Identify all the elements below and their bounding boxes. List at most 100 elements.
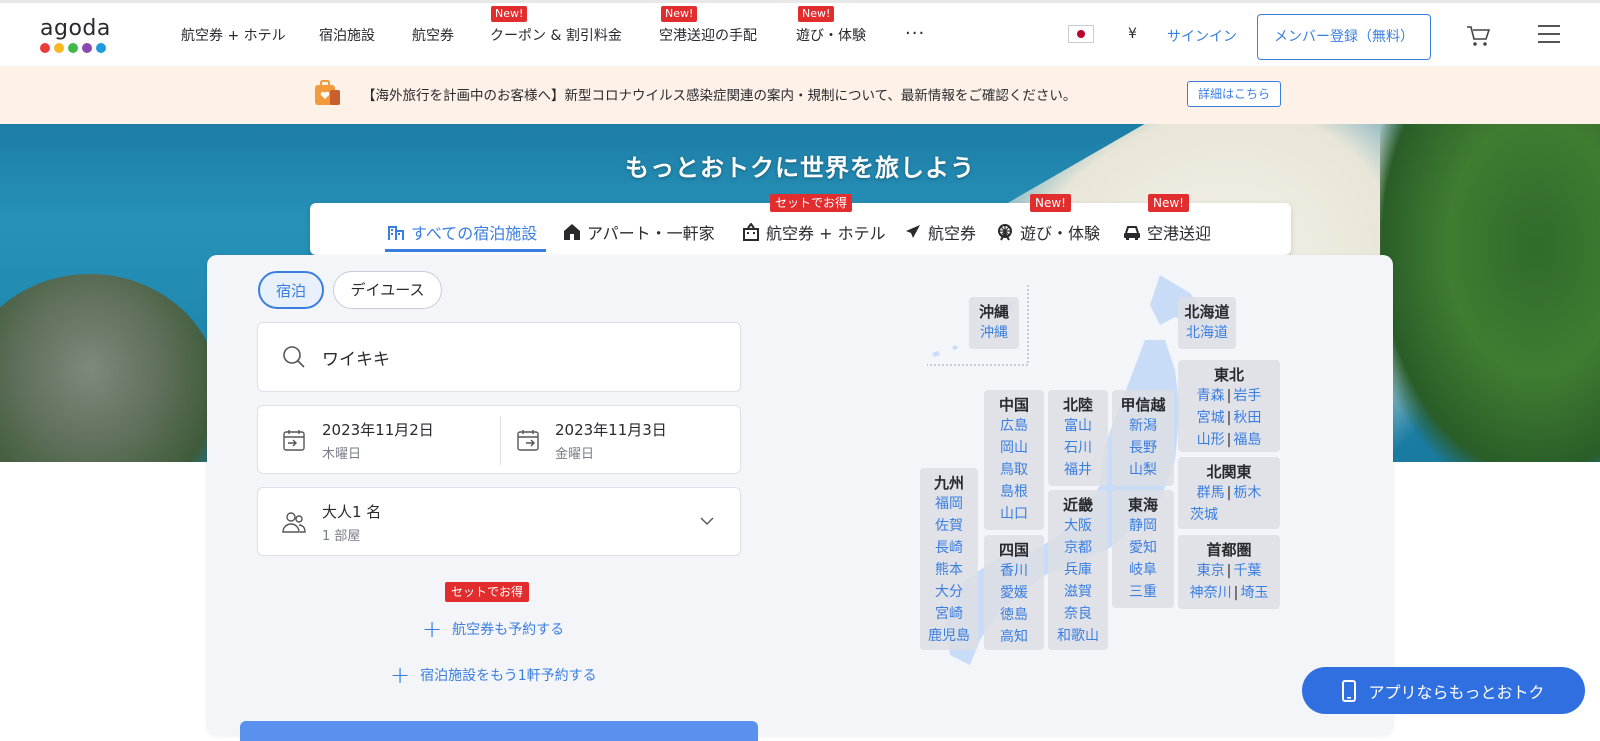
signin-link[interactable]: サインイン: [1167, 26, 1237, 46]
guest-summary: 大人1 名 1 部屋: [322, 503, 382, 544]
new-badge: New!: [798, 6, 835, 22]
pref-link[interactable]: 岩手: [1233, 388, 1261, 404]
pref-link[interactable]: 山形: [1197, 432, 1225, 448]
guests-icon: [282, 512, 306, 533]
tab-flights[interactable]: 航空券: [904, 220, 976, 244]
pref-link[interactable]: 奈良: [1048, 603, 1108, 625]
pref-link[interactable]: 和歌山: [1048, 625, 1108, 647]
pref-link[interactable]: 岐阜: [1112, 559, 1174, 581]
more-menu-icon[interactable]: ···: [905, 23, 925, 44]
pref-link[interactable]: 滋賀: [1048, 581, 1108, 603]
add-another-hotel-link[interactable]: + 宿泊施設をもう1軒予約する: [390, 663, 597, 687]
stay-type-dayuse[interactable]: デイユース: [333, 271, 442, 309]
pref-link[interactable]: 香川: [984, 560, 1044, 582]
register-button[interactable]: メンバー登録（無料）: [1257, 14, 1431, 60]
pref-link[interactable]: 岡山: [984, 437, 1044, 459]
destination-search-input[interactable]: ワイキキ: [257, 322, 741, 392]
pref-link[interactable]: 福島: [1233, 432, 1261, 448]
nav-airport-transfer[interactable]: New! 空港送迎の手配: [659, 6, 757, 45]
pref-link[interactable]: 沖縄: [969, 322, 1019, 344]
pref-link[interactable]: 長崎: [920, 537, 978, 559]
guest-room-selector[interactable]: 大人1 名 1 部屋: [257, 487, 741, 556]
pref-link[interactable]: 徳島: [984, 604, 1044, 626]
pref-link[interactable]: 兵庫: [1048, 559, 1108, 581]
pref-link[interactable]: 大阪: [1048, 515, 1108, 537]
tab-flight-hotel[interactable]: 航空券 + ホテル: [742, 220, 886, 244]
pref-link[interactable]: 福井: [1048, 459, 1108, 481]
pref-link[interactable]: 島根: [984, 481, 1044, 503]
japan-flag-icon[interactable]: [1068, 25, 1094, 43]
checkout-date[interactable]: 2023年11月3日 金曜日: [555, 419, 667, 462]
pref-link[interactable]: 長野: [1112, 437, 1174, 459]
region-okinawa[interactable]: 沖縄 沖縄: [969, 297, 1019, 349]
region-chugoku[interactable]: 中国 広島 岡山 鳥取 島根 山口: [984, 390, 1044, 530]
tab-apartments[interactable]: アパート・一軒家: [563, 220, 715, 244]
region-tohoku[interactable]: 東北 青森 | 岩手 宮城 | 秋田 山形 | 福島: [1178, 360, 1280, 452]
pref-link[interactable]: 佐賀: [920, 515, 978, 537]
pref-link[interactable]: 高知: [984, 626, 1044, 648]
pref-link[interactable]: 宮崎: [920, 603, 978, 625]
nav-accommodations[interactable]: 宿泊施設: [319, 25, 375, 45]
tab-activities[interactable]: 遊び・体験: [996, 220, 1100, 244]
pref-link[interactable]: 大分: [920, 581, 978, 603]
pref-link[interactable]: 石川: [1048, 437, 1108, 459]
checkout-calendar-icon: [517, 430, 539, 451]
hamburger-menu-icon[interactable]: [1538, 25, 1560, 43]
nav-activities[interactable]: New! 遊び・体験: [796, 6, 866, 45]
nav-flights[interactable]: 航空券: [412, 25, 454, 45]
currency-selector[interactable]: ¥: [1128, 26, 1137, 42]
pref-link[interactable]: 千葉: [1233, 563, 1261, 579]
pref-link[interactable]: 富山: [1048, 415, 1108, 437]
pref-link[interactable]: 北海道: [1178, 322, 1236, 344]
region-kitakanto[interactable]: 北関東 群馬 | 栃木 茨城: [1178, 457, 1280, 529]
stay-type-overnight[interactable]: 宿泊: [258, 271, 324, 309]
pref-link[interactable]: 熊本: [920, 559, 978, 581]
pref-link[interactable]: 広島: [984, 415, 1044, 437]
tab-airport-transfer[interactable]: 空港送迎: [1123, 220, 1211, 244]
pref-link[interactable]: 茨城: [1178, 504, 1280, 526]
pref-link[interactable]: 三重: [1112, 581, 1174, 603]
pref-link[interactable]: 静岡: [1112, 515, 1174, 537]
notice-details-button[interactable]: 詳細はこちら: [1187, 81, 1281, 107]
pref-link[interactable]: 宮城: [1197, 410, 1225, 426]
search-icon: [283, 346, 305, 368]
hotel-flight-icon: [743, 223, 759, 241]
search-button[interactable]: [240, 721, 758, 741]
region-shutoken[interactable]: 首都圏 東京 | 千葉 神奈川 | 埼玉: [1178, 535, 1280, 609]
pref-link[interactable]: 青森: [1197, 388, 1225, 404]
region-hokuriku[interactable]: 北陸 富山 石川 福井: [1048, 390, 1108, 486]
nav-coupons[interactable]: New! クーポン & 割引料金: [490, 6, 622, 45]
add-flight-link[interactable]: + 航空券も予約する: [422, 617, 564, 641]
region-koshinetsu[interactable]: 甲信越 新潟 長野 山梨: [1112, 390, 1174, 486]
agoda-logo[interactable]: agoda: [40, 16, 120, 53]
region-tokai[interactable]: 東海 静岡 愛知 岐阜 三重: [1112, 490, 1174, 608]
set-discount-badge: セットでお得: [445, 582, 530, 602]
tab-all-accommodations[interactable]: すべての宿泊施設: [387, 220, 537, 244]
pref-link[interactable]: 愛媛: [984, 582, 1044, 604]
pref-link[interactable]: 埼玉: [1240, 585, 1268, 601]
pref-link[interactable]: 群馬: [1197, 485, 1225, 501]
pref-link[interactable]: 東京: [1197, 563, 1225, 579]
pref-link[interactable]: 福岡: [920, 493, 978, 515]
pref-link[interactable]: 栃木: [1233, 485, 1261, 501]
hero-cliff-image: [0, 274, 220, 462]
pref-link[interactable]: 新潟: [1112, 415, 1174, 437]
region-kinki[interactable]: 近畿 大阪 京都 兵庫 滋賀 奈良 和歌山: [1048, 490, 1108, 650]
pref-link[interactable]: 神奈川: [1190, 585, 1232, 601]
pref-link[interactable]: 京都: [1048, 537, 1108, 559]
date-picker[interactable]: 2023年11月2日 木曜日 2023年11月3日 金曜日: [257, 405, 741, 474]
pref-link[interactable]: 鹿児島: [920, 625, 978, 647]
cart-icon[interactable]: [1466, 25, 1490, 47]
region-kyushu[interactable]: 九州 福岡 佐賀 長崎 熊本 大分 宮崎 鹿児島: [920, 468, 978, 650]
pref-link[interactable]: 愛知: [1112, 537, 1174, 559]
nav-flight-hotel[interactable]: 航空券 + ホテル: [181, 25, 286, 45]
app-download-button[interactable]: アプリならもっとおトク: [1302, 667, 1585, 714]
checkin-date[interactable]: 2023年11月2日 木曜日: [322, 419, 434, 462]
pref-link[interactable]: 山梨: [1112, 459, 1174, 481]
region-hokkaido[interactable]: 北海道 北海道: [1178, 297, 1236, 349]
pref-link[interactable]: 秋田: [1233, 410, 1261, 426]
region-shikoku[interactable]: 四国 香川 愛媛 徳島 高知: [984, 535, 1044, 650]
chevron-down-icon: [700, 517, 714, 525]
pref-link[interactable]: 鳥取: [984, 459, 1044, 481]
pref-link[interactable]: 山口: [984, 503, 1044, 525]
